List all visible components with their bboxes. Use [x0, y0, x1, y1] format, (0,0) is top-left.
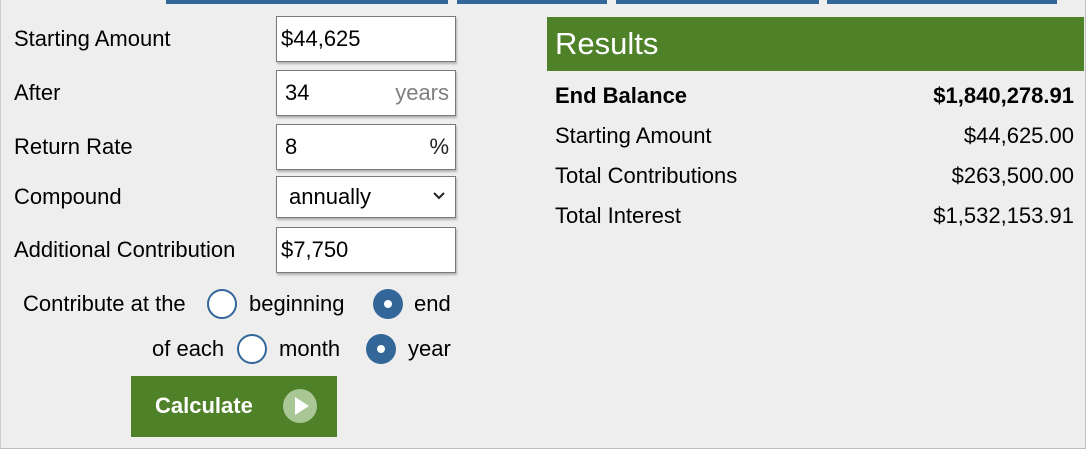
- results-header: Results: [547, 17, 1084, 71]
- chevron-down-icon: [433, 192, 445, 200]
- years-unit: years: [395, 80, 449, 105]
- return-rate-label: Return Rate: [14, 134, 133, 159]
- percent-unit: %: [429, 134, 449, 159]
- radio-beginning[interactable]: [207, 289, 237, 319]
- starting-amount-value: $44,625: [281, 26, 361, 51]
- radio-end[interactable]: [373, 289, 403, 319]
- return-rate-input[interactable]: 8 %: [276, 124, 456, 170]
- tab-strip[interactable]: [827, 0, 1057, 4]
- radio-year-label[interactable]: year: [408, 336, 451, 362]
- compound-selected-value: annually: [289, 184, 371, 209]
- compound-label: Compound: [14, 184, 122, 209]
- total-interest-value: $1,532,153.91: [933, 203, 1074, 228]
- radio-year[interactable]: [366, 334, 396, 364]
- contribute-at-label: Contribute at the: [23, 291, 186, 316]
- radio-selected-dot: [377, 345, 385, 353]
- years-value: 34: [285, 80, 310, 105]
- return-rate-value: 8: [285, 134, 298, 159]
- of-each-label: of each: [152, 336, 225, 361]
- starting-amount-result-label: Starting Amount: [555, 123, 712, 148]
- results-title: Results: [555, 26, 659, 61]
- radio-end-label[interactable]: end: [414, 291, 451, 317]
- additional-contribution-input[interactable]: $7,750: [276, 227, 456, 273]
- radio-month[interactable]: [237, 334, 267, 364]
- radio-month-label[interactable]: month: [279, 336, 340, 362]
- starting-amount-label: Starting Amount: [14, 26, 171, 51]
- years-input[interactable]: 34 years: [276, 70, 456, 116]
- calculate-button-label: Calculate: [155, 393, 253, 418]
- additional-contribution-label: Additional Contribution: [14, 237, 236, 262]
- radio-beginning-label[interactable]: beginning: [249, 291, 344, 317]
- end-balance-value: $1,840,278.91: [933, 83, 1074, 108]
- compound-select[interactable]: annually: [276, 176, 456, 218]
- calculator-panel: Starting Amount $44,625 After 34 years R…: [0, 0, 1086, 449]
- tab-strip[interactable]: [457, 0, 607, 4]
- starting-amount-result-value: $44,625.00: [963, 123, 1074, 148]
- total-interest-label: Total Interest: [555, 203, 681, 228]
- radio-selected-dot: [384, 300, 392, 308]
- starting-amount-input[interactable]: $44,625: [276, 16, 456, 62]
- play-arrow-icon: [283, 389, 317, 423]
- additional-contribution-value: $7,750: [281, 237, 349, 262]
- after-label: After: [14, 80, 61, 105]
- tab-strip[interactable]: [616, 0, 819, 4]
- tab-strip[interactable]: [166, 0, 448, 4]
- end-balance-label: End Balance: [555, 83, 688, 108]
- total-contributions-value: $263,500.00: [951, 163, 1074, 188]
- total-contributions-label: Total Contributions: [555, 163, 738, 188]
